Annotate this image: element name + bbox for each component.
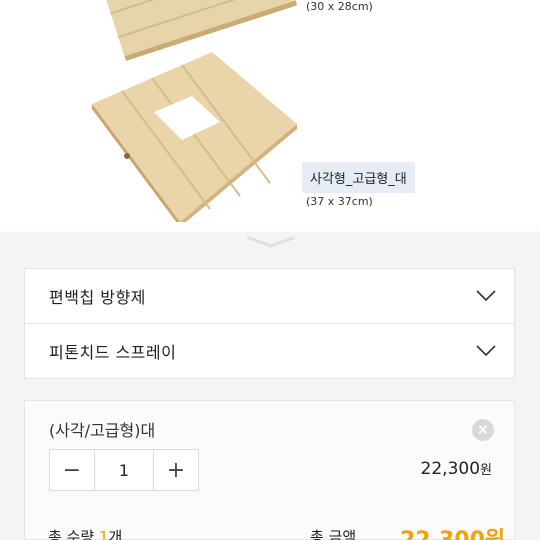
- option-price-value: 22,300: [420, 459, 481, 479]
- sheet-handle-icon[interactable]: [247, 236, 295, 250]
- total-price-value: 22,300원: [400, 522, 505, 540]
- product-image-area: (30 x 28cm) 사각형_고급형_대 (37 x 37cm): [0, 0, 540, 232]
- chevron-down-icon: [476, 290, 496, 302]
- quantity-stepper: − 1 +: [49, 449, 199, 491]
- selected-option-name: (사각/고급형)대: [49, 421, 156, 440]
- total-quantity-value: 1: [98, 528, 109, 540]
- option-price: 22,300원: [421, 459, 492, 479]
- total-quantity: 총 수량 1개: [48, 526, 122, 540]
- decrease-quantity-button[interactable]: −: [50, 450, 94, 490]
- option-dropdown-label: 편백칩 방향제: [49, 288, 146, 307]
- chevron-down-icon: [476, 345, 496, 357]
- total-quantity-unit: 개: [108, 528, 123, 540]
- option-dropdown-aroma-chip[interactable]: 편백칩 방향제: [24, 268, 515, 324]
- selected-option-card: (사각/고급형)대 × − 1 + 22,300원: [24, 400, 515, 540]
- remove-option-button[interactable]: ×: [472, 419, 494, 441]
- increase-quantity-button[interactable]: +: [154, 450, 198, 490]
- product-size-small: (30 x 28cm): [306, 0, 373, 13]
- currency-unit: 원: [480, 463, 492, 478]
- product-size-large: (37 x 37cm): [306, 195, 373, 208]
- total-price-label: 총 금액: [310, 528, 357, 540]
- quantity-value[interactable]: 1: [94, 450, 154, 490]
- option-dropdown-label: 피톤치드 스프레이: [49, 343, 177, 362]
- order-summary: 총 수량 1개 총 금액 22,300원: [40, 526, 510, 540]
- total-quantity-label: 총 수량: [48, 528, 95, 540]
- option-dropdown-phytoncide-spray[interactable]: 피톤치드 스프레이: [24, 323, 515, 379]
- product-name-tag: 사각형_고급형_대: [302, 162, 415, 193]
- wooden-board-large-image: [92, 52, 297, 222]
